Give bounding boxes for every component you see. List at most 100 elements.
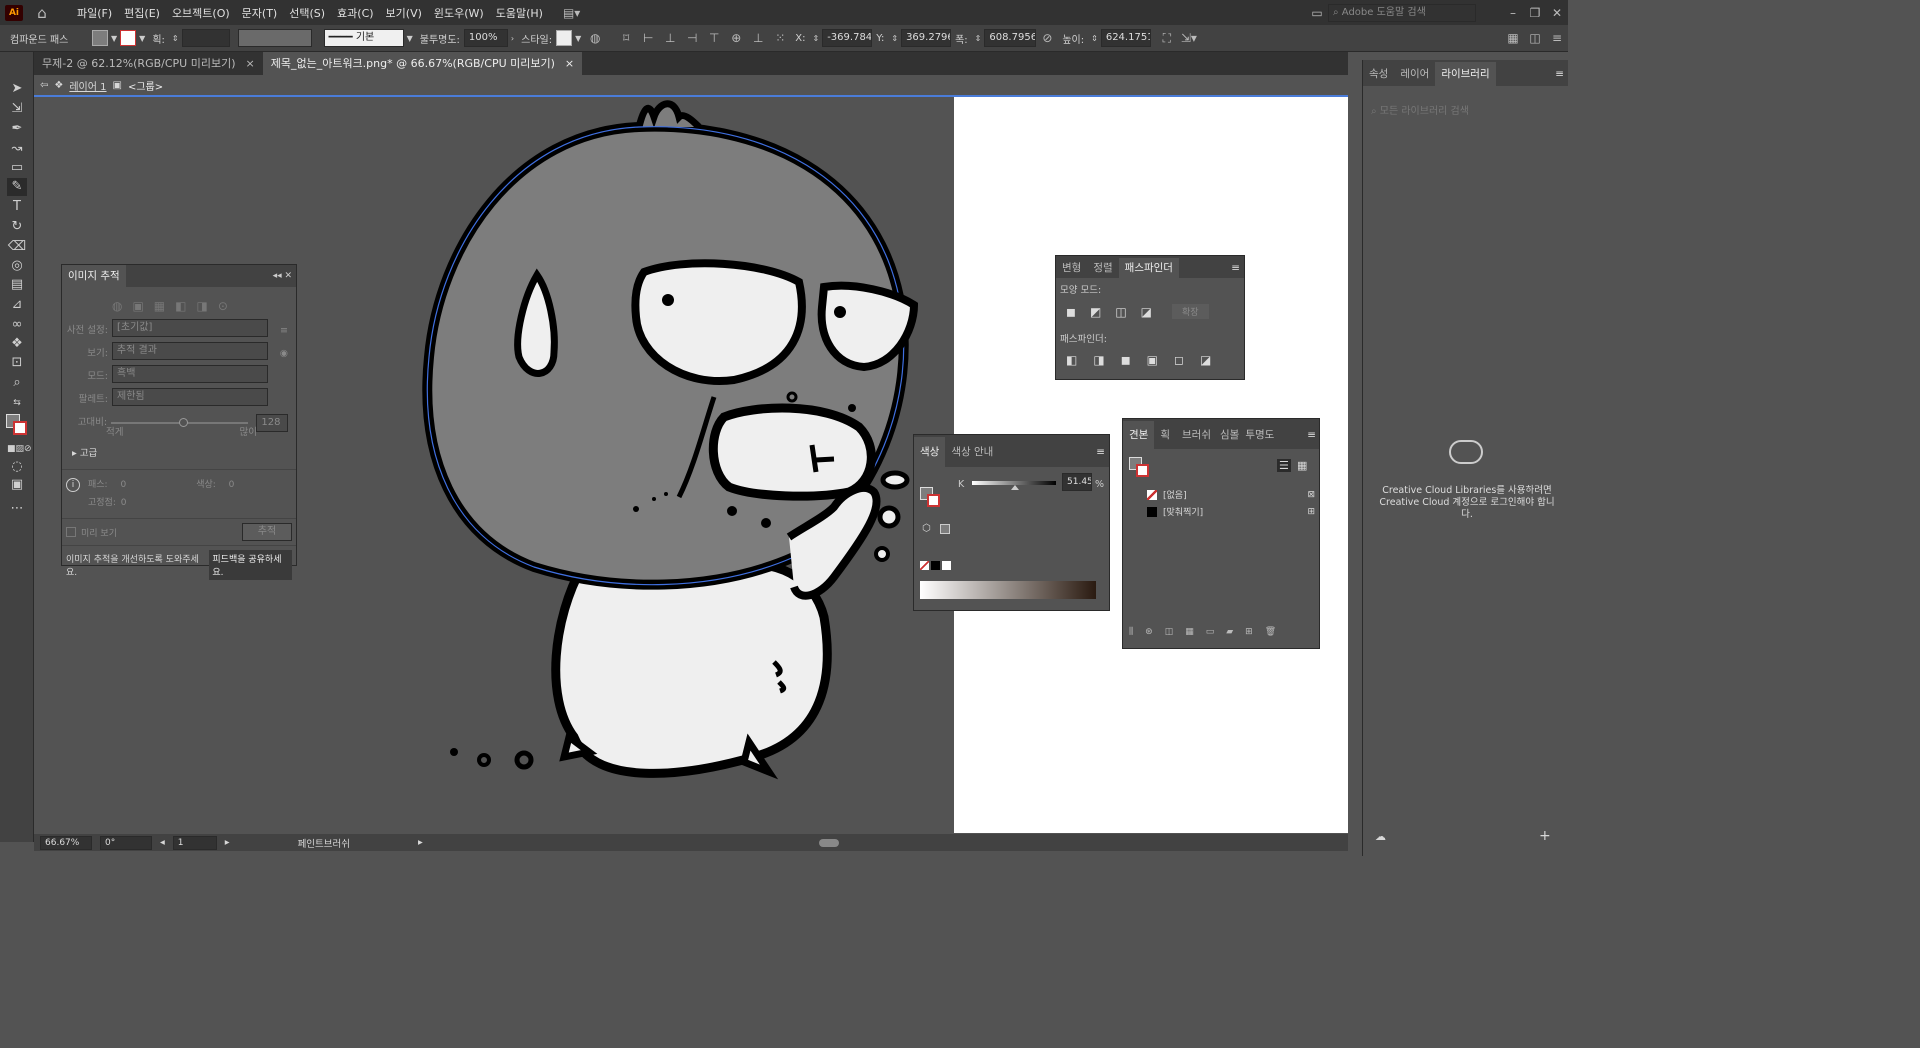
- type-tool-icon[interactable]: T: [7, 198, 27, 216]
- y-stepper[interactable]: ⇕: [891, 34, 898, 43]
- tab-document-1[interactable]: 무제-2 @ 62.12%(RGB/CPU 미리보기) ×: [34, 52, 263, 75]
- align-hcenter-icon[interactable]: ⊥: [662, 30, 678, 46]
- width-input[interactable]: 608.7956 p: [984, 29, 1037, 47]
- status-menu-icon[interactable]: ▸: [418, 837, 423, 848]
- edit-group-icon[interactable]: ▭: [1206, 627, 1215, 637]
- threshold-slider[interactable]: [111, 417, 249, 427]
- eye-icon[interactable]: ◉: [280, 342, 288, 365]
- eyedropper-tool-icon[interactable]: ⊿: [7, 296, 27, 314]
- menu-object[interactable]: 오브젝트(O): [166, 5, 236, 21]
- selection-tool-icon[interactable]: ➤: [7, 80, 27, 98]
- threshold-input[interactable]: 128: [256, 413, 288, 432]
- stroke-color-icon[interactable]: [927, 494, 940, 507]
- trace-button[interactable]: 추적: [242, 523, 292, 541]
- align-bottom-icon[interactable]: ⊥: [750, 30, 766, 46]
- menu-type[interactable]: 문자(T): [236, 5, 284, 21]
- tab-stroke[interactable]: 획: [1154, 421, 1176, 449]
- panel-menu-icon[interactable]: ≡: [1096, 437, 1105, 467]
- paintbrush-tool-icon[interactable]: ✎: [7, 178, 27, 196]
- back-arrow-icon[interactable]: ⇦: [40, 80, 48, 91]
- arrange-icon[interactable]: ▦: [1505, 30, 1521, 46]
- swatch-libraries-icon[interactable]: ⫼: [1129, 627, 1133, 637]
- k-value-input[interactable]: 51.45: [1062, 473, 1092, 491]
- trim-icon[interactable]: ◨: [1093, 353, 1104, 367]
- curvature-tool-icon[interactable]: ↝: [7, 140, 27, 158]
- breadcrumb-group[interactable]: <그룹>: [128, 78, 163, 93]
- home-icon[interactable]: ⌂: [34, 5, 50, 21]
- eraser-tool-icon[interactable]: ⌫: [7, 238, 27, 256]
- stroke-color-icon[interactable]: [1136, 464, 1149, 477]
- stroke-stepper[interactable]: ⇕: [172, 34, 179, 43]
- tab-transparency[interactable]: 투명도: [1242, 421, 1277, 449]
- symbol-sprayer-tool-icon[interactable]: ❖: [7, 335, 27, 353]
- swatch-row[interactable]: [맞춰찍기] ⊞: [1147, 505, 1315, 518]
- list-view-icon[interactable]: ☰: [1277, 459, 1291, 472]
- menu-select[interactable]: 선택(S): [283, 5, 331, 21]
- zoom-tool-icon[interactable]: ⌕: [7, 374, 27, 392]
- isolate-icon[interactable]: ⛶: [1159, 30, 1175, 46]
- menu-window[interactable]: 윈도우(W): [428, 5, 490, 21]
- black-swatch[interactable]: [931, 561, 940, 570]
- preset-menu-icon[interactable]: ≡: [280, 319, 288, 342]
- add-library-icon[interactable]: +: [1539, 828, 1551, 844]
- panel-menu-icon[interactable]: ≡: [1555, 62, 1564, 86]
- pen-tool-icon[interactable]: ✒: [7, 120, 27, 138]
- align-vcenter-icon[interactable]: ⊕: [728, 30, 744, 46]
- expand-button[interactable]: 확장: [1172, 304, 1209, 319]
- width-stepper[interactable]: ⇕: [975, 34, 982, 43]
- tab-color[interactable]: 색상: [914, 437, 946, 467]
- draw-mode-icon[interactable]: ◌: [7, 458, 27, 476]
- panel-menu-icon[interactable]: ≡: [1231, 258, 1240, 278]
- delete-swatch-icon[interactable]: 🗑: [1265, 627, 1276, 637]
- minus-back-icon[interactable]: ◪: [1200, 353, 1211, 367]
- more-options-icon[interactable]: ⇲▾: [1181, 30, 1197, 46]
- artboard-dropdown[interactable]: 1: [172, 835, 217, 850]
- layout-icon[interactable]: ◫: [1527, 30, 1543, 46]
- tab-document-2[interactable]: 제목_없는_아트워크.png* @ 66.67%(RGB/CPU 미리보기) ×: [262, 52, 583, 75]
- shape-builder-tool-icon[interactable]: ◎: [7, 257, 27, 275]
- preset-dropdown[interactable]: [초기값]: [112, 319, 268, 337]
- menu-view[interactable]: 보기(V): [380, 5, 428, 21]
- tab-symbols[interactable]: 심볼: [1217, 421, 1242, 449]
- swatch-options-icon[interactable]: ◫: [1165, 627, 1174, 637]
- fill-dropdown-icon[interactable]: ▼: [111, 34, 117, 43]
- tab-transform[interactable]: 변형: [1056, 258, 1087, 278]
- next-artboard-icon[interactable]: ▸: [225, 837, 230, 848]
- close-window-icon[interactable]: ✕: [1549, 5, 1565, 21]
- blend-tool-icon[interactable]: ∞: [7, 316, 27, 334]
- divide-icon[interactable]: ◧: [1066, 353, 1077, 367]
- transform-icon[interactable]: ⌑: [618, 30, 634, 46]
- palette-dropdown[interactable]: 제한됨: [112, 388, 268, 406]
- help-search-input[interactable]: ⌕ Adobe 도움말 검색: [1328, 3, 1476, 22]
- panel-collapse-close-icon[interactable]: ◂◂ ✕: [273, 271, 292, 281]
- align-top-icon[interactable]: ⊤: [706, 30, 722, 46]
- swatch-row[interactable]: [없음] ⊠: [1147, 488, 1315, 501]
- k-slider[interactable]: [972, 481, 1056, 490]
- stroke-weight-input[interactable]: [181, 29, 230, 47]
- brush-dropdown-icon[interactable]: ▼: [407, 34, 413, 43]
- height-stepper[interactable]: ⇕: [1091, 34, 1098, 43]
- swap-fill-stroke-icon[interactable]: ⇆: [7, 394, 27, 412]
- white-swatch[interactable]: [942, 561, 951, 570]
- library-search-input[interactable]: ⌕ 모든 라이브러리 검색: [1371, 102, 1560, 117]
- new-folder-icon[interactable]: ▰: [1226, 627, 1233, 637]
- panel-toggle-icon[interactable]: ▭: [1309, 5, 1325, 21]
- sync-icon[interactable]: ☁: [1375, 830, 1386, 843]
- cube-icon[interactable]: ⬡: [922, 523, 931, 534]
- opacity-arrow-icon[interactable]: ›: [511, 34, 514, 43]
- tab-color-guide[interactable]: 색상 안내: [945, 437, 999, 467]
- stroke-swatch[interactable]: [120, 30, 137, 46]
- tab-brushes[interactable]: 브러쉬: [1176, 421, 1217, 449]
- intersect-icon[interactable]: ◫: [1115, 305, 1126, 319]
- mode-dropdown[interactable]: 흑백: [112, 365, 268, 383]
- align-right-icon[interactable]: ⊣: [684, 30, 700, 46]
- brush-definition-dropdown[interactable]: ━━━━ 기본: [323, 29, 404, 47]
- breadcrumb-layer[interactable]: 레이어 1: [69, 78, 106, 93]
- menu-help[interactable]: 도움말(H): [490, 5, 549, 21]
- new-swatch-icon[interactable]: ⊞: [1245, 627, 1253, 637]
- tab-align[interactable]: 정렬: [1087, 258, 1118, 278]
- k-slider-thumb[interactable]: [1011, 485, 1020, 490]
- advanced-label[interactable]: 고급: [80, 448, 97, 459]
- y-input[interactable]: 369.2796 p: [901, 29, 952, 47]
- tab-layers[interactable]: 레이어: [1394, 62, 1435, 86]
